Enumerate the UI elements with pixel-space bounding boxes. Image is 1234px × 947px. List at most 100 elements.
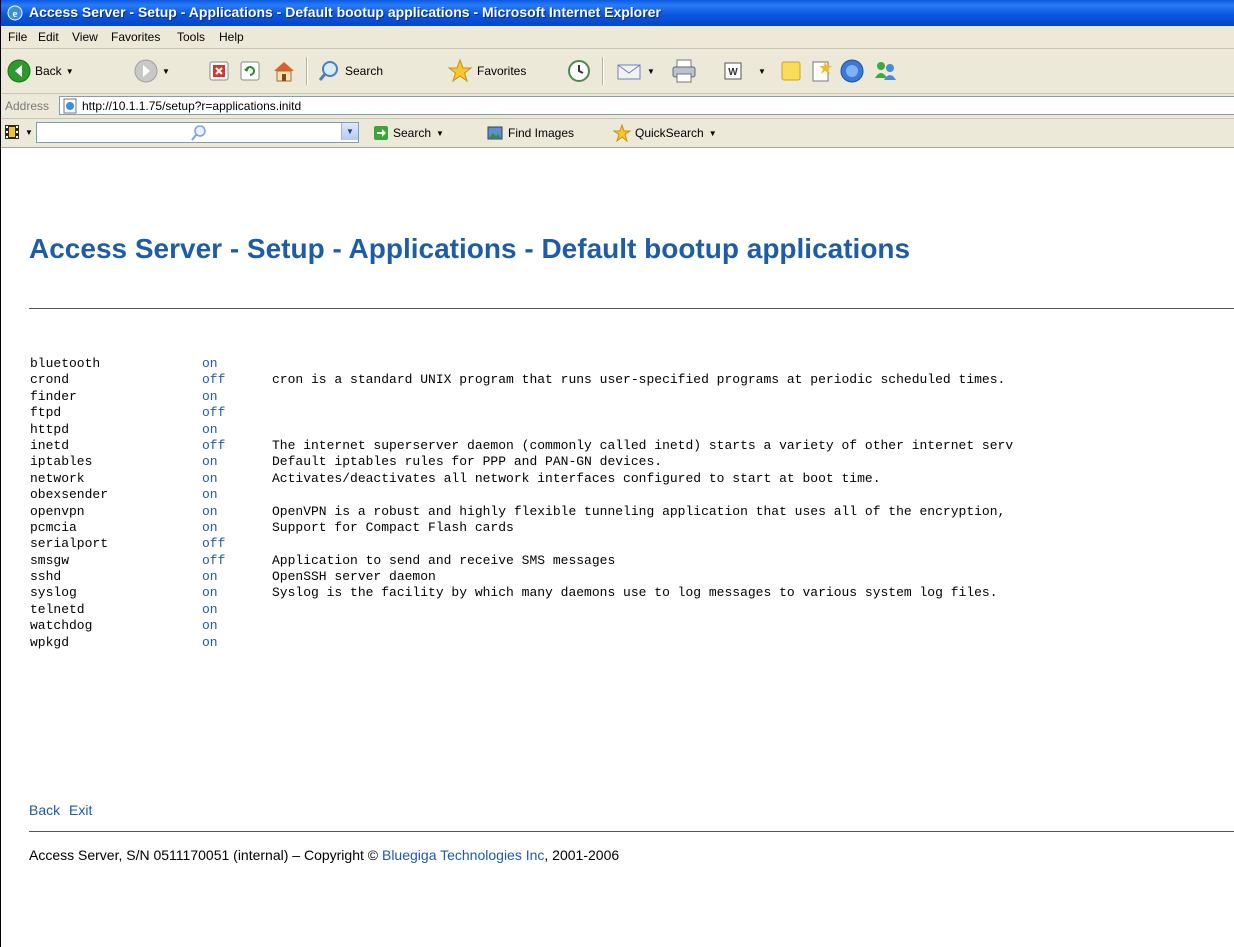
toolbar-search-button[interactable]: Search ▼ [373, 125, 444, 141]
chevron-down-icon[interactable]: ▼ [66, 67, 74, 76]
application-status-link[interactable]: on [202, 471, 218, 486]
application-description: Default iptables rules for PPP and PAN-G… [272, 454, 663, 470]
application-name: inetd [30, 437, 70, 453]
favorites-button[interactable]: Favorites [447, 54, 526, 88]
browser-window: e Access Server - Setup - Applications -… [0, 0, 1234, 947]
address-label: Address [5, 99, 50, 113]
find-images-button[interactable]: Find Images [487, 125, 574, 141]
application-status-link[interactable]: off [202, 405, 225, 420]
toolbar-search-input[interactable] [36, 122, 359, 143]
word-document-icon: W [724, 62, 742, 80]
notes-button[interactable] [779, 54, 803, 88]
chevron-down-icon: ▼ [25, 127, 33, 137]
footer: Access Server, S/N 0511170051 (internal)… [29, 847, 619, 863]
application-status-link[interactable]: on [202, 422, 218, 437]
toolbar-separator [602, 57, 604, 85]
application-status-link[interactable]: on [202, 635, 218, 650]
refresh-button[interactable] [239, 54, 261, 88]
footer-suffix: , 2001-2006 [544, 847, 620, 863]
search-toolbar: ▼ ▼ Search ▼ Find Images QuickSearch ▼ [1, 119, 1234, 148]
application-status-link[interactable]: on [202, 602, 218, 617]
back-arrow-icon [7, 59, 31, 83]
messenger-button[interactable] [871, 54, 899, 88]
application-status-link[interactable]: on [202, 585, 218, 600]
application-name: sshd [30, 569, 62, 585]
application-name: httpd [30, 421, 70, 437]
internet-explorer-icon: e [7, 5, 23, 21]
footer-prefix: Access Server, S/N 0511170051 (internal)… [29, 847, 382, 863]
back-button[interactable]: Back ▼ [7, 54, 74, 88]
image-icon [487, 126, 503, 140]
bottom-links: Back Exit [29, 802, 92, 818]
svg-text:W: W [728, 67, 738, 78]
application-name: serialport [30, 536, 109, 552]
quicksearch-button[interactable]: QuickSearch ▼ [613, 124, 717, 142]
application-status-link[interactable]: off [202, 536, 225, 551]
home-button[interactable] [271, 54, 297, 88]
printer-icon [672, 59, 696, 83]
application-status-link[interactable]: off [202, 553, 225, 568]
application-description: Activates/deactivates all network interf… [272, 470, 881, 486]
search-button[interactable]: Search [317, 54, 383, 88]
application-name: ftpd [30, 405, 62, 421]
star-icon [613, 124, 631, 142]
chevron-down-icon[interactable]: ▼ [647, 67, 655, 76]
application-status-link[interactable]: on [202, 454, 218, 469]
svg-text:e: e [13, 8, 18, 20]
toolbar-separator [306, 57, 308, 85]
research-button[interactable] [809, 54, 833, 88]
application-status-link[interactable]: on [202, 487, 218, 502]
msn-button[interactable] [839, 54, 865, 88]
sticky-note-icon [781, 61, 801, 81]
title-bar[interactable]: e Access Server - Setup - Applications -… [1, 0, 1234, 26]
menu-file[interactable]: File [8, 30, 27, 44]
toolbar-menu-button[interactable]: ▼ [4, 124, 33, 140]
company-link[interactable]: Bluegiga Technologies Inc [382, 847, 544, 863]
divider [29, 308, 1234, 309]
favorites-star-icon [447, 58, 473, 83]
forward-button[interactable]: ▼ [134, 54, 170, 88]
menu-favorites[interactable]: Favorites [111, 30, 160, 44]
application-name: pcmcia [30, 519, 77, 535]
stop-button[interactable] [208, 54, 230, 88]
chevron-down-icon[interactable]: ▼ [162, 67, 170, 76]
forward-arrow-icon [134, 59, 158, 83]
menu-view[interactable]: View [72, 30, 98, 44]
home-icon [274, 62, 294, 82]
application-status-link[interactable]: on [202, 569, 218, 584]
search-icon [191, 125, 206, 141]
application-status-link[interactable]: on [202, 504, 218, 519]
exit-link[interactable]: Exit [69, 802, 92, 818]
menu-edit[interactable]: Edit [38, 30, 59, 44]
application-status-link[interactable]: off [202, 372, 225, 387]
print-button[interactable] [670, 54, 698, 88]
address-bar: Address http://10.1.1.75/setup?r=applica… [1, 94, 1234, 119]
globe-icon [840, 59, 864, 83]
film-strip-icon [5, 125, 19, 139]
application-description: OpenVPN is a robust and highly flexible … [272, 503, 1006, 519]
mail-button[interactable]: ▼ [615, 54, 655, 88]
history-button[interactable] [566, 54, 592, 88]
address-input[interactable]: http://10.1.1.75/setup?r=applications.in… [59, 96, 1234, 115]
research-icon [812, 61, 832, 82]
application-name: wpkgd [30, 634, 70, 650]
stop-icon [209, 61, 229, 81]
page-icon [63, 98, 77, 114]
page-content: Access Server - Setup - Applications - D… [1, 148, 1234, 947]
edit-with-word-button[interactable]: W ▼ [722, 54, 766, 88]
application-name: smsgw [30, 552, 70, 568]
application-status-link[interactable]: on [202, 520, 218, 535]
application-status-link[interactable]: on [202, 389, 218, 404]
chevron-down-icon[interactable]: ▼ [758, 67, 766, 76]
standard-toolbar: Back ▼ ▼ Search Favorites ▼ W ▼ [1, 49, 1234, 94]
menu-tools[interactable]: Tools [177, 30, 205, 44]
application-status-link[interactable]: on [202, 618, 218, 633]
find-images-label: Find Images [508, 126, 575, 140]
back-link[interactable]: Back [29, 802, 60, 818]
application-status-link[interactable]: on [202, 356, 218, 371]
window-title: Access Server - Setup - Applications - D… [29, 4, 661, 20]
menu-help[interactable]: Help [219, 30, 244, 44]
search-history-dropdown[interactable]: ▼ [341, 123, 358, 140]
mail-icon [617, 64, 641, 80]
application-status-link[interactable]: off [202, 438, 225, 453]
